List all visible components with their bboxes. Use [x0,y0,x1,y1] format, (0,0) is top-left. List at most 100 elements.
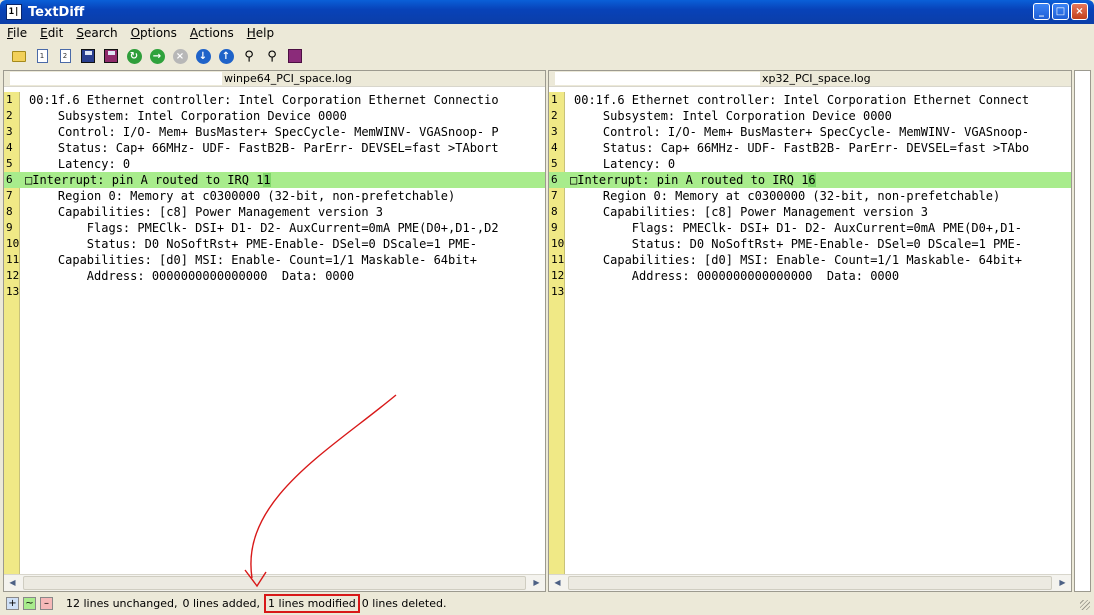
left-hscroll-thumb[interactable] [23,576,526,590]
line-number: 8 [551,205,558,218]
save-button[interactable] [79,47,97,65]
line-text: Status: Cap+ 66MHz- UDF- FastB2B- ParErr… [29,141,499,155]
line-number: 11 [551,253,565,266]
line-text: □Interrupt: pin A routed to IRQ 16 [570,172,816,188]
window-controls: _ □ × [1033,3,1088,20]
line-number: 13 [6,285,20,298]
app-icon: 1| [6,4,22,20]
diff-line: 1 00:1f.6 Ethernet controller: Intel Corp… [549,92,1071,108]
open-right-button[interactable]: 2 [56,47,74,65]
line-text: Capabilities: [d0] MSI: Enable- Count=1/… [574,253,1022,267]
save-as-button[interactable] [102,47,120,65]
next-button[interactable]: → [148,47,166,65]
next-green-icon: → [149,48,165,64]
legend-modified: ~ [23,596,36,610]
right-hscroll-thumb[interactable] [568,576,1052,590]
minimize-button[interactable]: _ [1033,3,1050,20]
line-text: □Interrupt: pin A routed to IRQ 11 [25,172,271,188]
line-number: 2 [551,109,558,122]
scroll-left-arrow-icon[interactable]: ◀ [549,575,566,591]
scroll-right-arrow-icon[interactable]: ▶ [528,575,545,591]
legend-deleted: – [40,596,53,610]
save-as-icon [104,49,118,63]
left-hscrollbar[interactable]: ◀ ▶ [4,574,545,591]
line-text: Region 0: Memory at c0300000 (32-bit, no… [29,189,456,203]
diff-line: 8 Capabilities: [c8] Power Management ve… [549,204,1071,220]
line-text: Capabilities: [d0] MSI: Enable- Count=1/… [29,253,477,267]
vertical-scrollbar[interactable] [1074,70,1091,592]
line-number: 6 [551,173,558,186]
line-number: 11 [6,253,20,266]
open-folder-icon [12,50,26,62]
line-text: Latency: 0 [29,157,131,171]
left-text-area[interactable]: 1 00:1f.6 Ethernet controller: Intel Corp… [4,92,545,576]
line-number: 4 [551,141,558,154]
right-pane[interactable]: xp32_PCI_space.log 1 00:1f.6 Ethernet con… [548,70,1072,592]
menu-bar: File Edit Search Options Actions Help [0,24,1094,42]
diff-line: 6 □Interrupt: pin A routed to IRQ 11 [4,172,545,188]
close-button[interactable]: × [1071,3,1088,20]
diff-line: 11 Capabilities: [d0] MSI: Enable- Count… [4,252,545,268]
line-text: Subsystem: Intel Corporation Device 0000 [574,109,892,123]
right-path-redacted [555,72,760,85]
prev-diff-button[interactable]: ↑ [217,47,235,65]
stop-button[interactable]: × [171,47,189,65]
status-bar: + ~ – 12 lines unchanged, 0 lines added,… [0,593,1094,613]
find-replace-button[interactable]: ⚲ [263,47,281,65]
left-path-redacted [10,72,222,85]
maximize-button[interactable]: □ [1052,3,1069,20]
line-text: 00:1f.6 Ethernet controller: Intel Corpo… [574,93,1030,107]
line-number: 8 [6,205,13,218]
menu-actions[interactable]: Actions [183,26,240,40]
right-text-area[interactable]: 1 00:1f.6 Ethernet controller: Intel Corp… [549,92,1071,576]
left-filename: winpe64_PCI_space.log [224,72,352,85]
right-filename: xp32_PCI_space.log [762,72,871,85]
diff-line: 5 Latency: 0 [4,156,545,172]
scroll-right-arrow-icon[interactable]: ▶ [1054,575,1071,591]
find-button[interactable]: ⚲ [240,47,258,65]
new-document-2-icon: 2 [59,49,71,63]
menu-edit[interactable]: Edit [33,26,69,40]
open-folder-button[interactable] [10,47,28,65]
right-file-header: xp32_PCI_space.log [549,71,1071,87]
diff-line: 12 Address: 0000000000000000 Data: 0000 [4,268,545,284]
line-text: Flags: PMEClk- DSI+ D1- D2- AuxCurrent=0… [29,221,499,235]
line-number: 6 [6,173,13,186]
help-button[interactable] [286,47,304,65]
line-number: 2 [6,109,13,122]
line-text: Region 0: Memory at c0300000 (32-bit, no… [574,189,1001,203]
line-number: 9 [6,221,13,234]
menu-options[interactable]: Options [124,26,183,40]
next-diff-button[interactable]: ↓ [194,47,212,65]
help-book-icon [288,49,302,63]
diff-line: 10 Status: D0 NoSoftRst+ PME-Enable- DSe… [549,236,1071,252]
menu-file[interactable]: File [0,26,33,40]
line-number: 12 [6,269,20,282]
scroll-left-arrow-icon[interactable]: ◀ [4,575,21,591]
line-text: Status: D0 NoSoftRst+ PME-Enable- DSel=0… [29,237,477,251]
right-hscrollbar[interactable]: ◀ ▶ [549,574,1071,591]
line-text: Address: 0000000000000000 Data: 0000 [574,269,900,283]
down-blue-icon: ↓ [195,48,211,64]
line-text: Subsystem: Intel Corporation Device 0000 [29,109,347,123]
stop-grey-icon: × [172,48,188,64]
menu-help[interactable]: Help [240,26,280,40]
title-bar[interactable]: 1| TextDiff _ □ × [0,0,1094,24]
menu-search[interactable]: Search [69,26,123,40]
refresh-button[interactable]: ↻ [125,47,143,65]
left-pane[interactable]: winpe64_PCI_space.log 1 00:1f.6 Ethernet … [3,70,546,592]
line-number: 13 [551,285,565,298]
diff-line: 3 Control: I/O- Mem+ BusMaster+ SpecCycl… [549,124,1071,140]
diff-line: 10 Status: D0 NoSoftRst+ PME-Enable- DSe… [4,236,545,252]
up-blue-icon: ↑ [218,48,234,64]
modified-char-highlight: 6 [808,173,816,187]
diff-line: 11 Capabilities: [d0] MSI: Enable- Count… [549,252,1071,268]
diff-line: 9 Flags: PMEClk- DSI+ D1- D2- AuxCurrent… [4,220,545,236]
resize-grip-icon[interactable] [1080,600,1090,610]
line-text: Capabilities: [c8] Power Management vers… [29,205,384,219]
left-file-header: winpe64_PCI_space.log [4,71,545,87]
diff-line: 7 Region 0: Memory at c0300000 (32-bit, … [549,188,1071,204]
line-number: 5 [551,157,558,170]
open-left-button[interactable]: 1 [33,47,51,65]
line-number: 10 [6,237,20,250]
